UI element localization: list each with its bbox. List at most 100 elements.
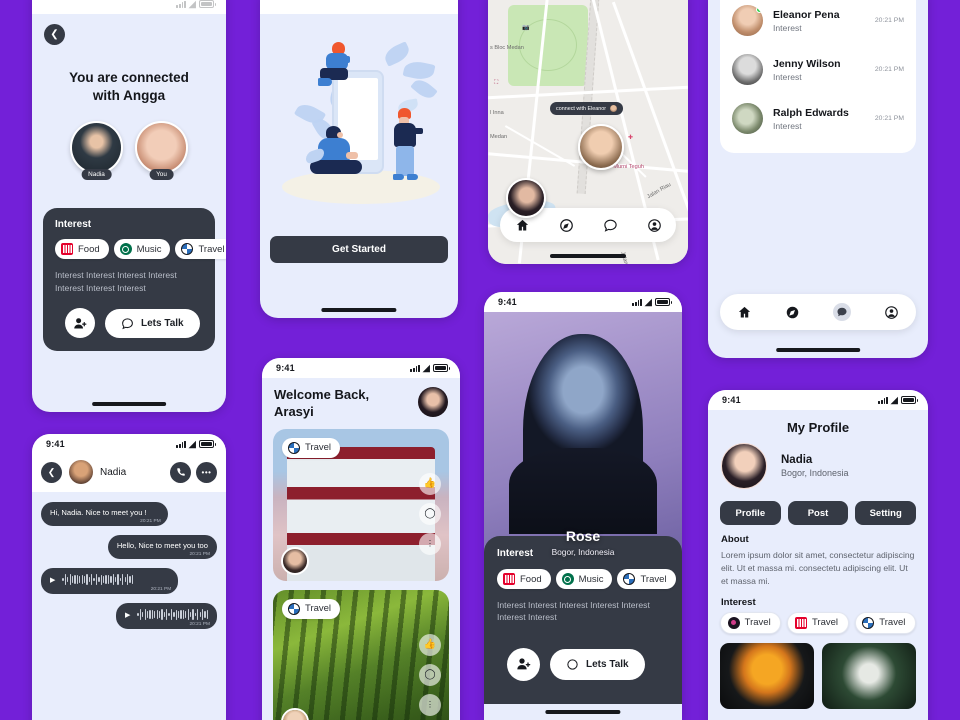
- like-button[interactable]: 👍: [419, 472, 441, 495]
- timestamp: 20:21 PM: [874, 115, 904, 122]
- interest-description: Interest Interest Interest Interest Inte…: [55, 270, 177, 293]
- map-user-marker-eleanor[interactable]: [578, 123, 624, 170]
- voice-message-bubble[interactable]: ▶ 20:21 PM: [41, 568, 179, 594]
- list-item[interactable]: Jenny Wilson Interest 20:21 PM: [720, 45, 916, 94]
- post-category-chip[interactable]: Travel: [282, 598, 341, 619]
- nav-compass-icon[interactable]: [785, 305, 800, 320]
- contact-subtitle: Interest: [773, 71, 802, 82]
- lets-talk-button[interactable]: Lets Talk: [550, 648, 645, 680]
- interest-chip-music[interactable]: Music: [555, 569, 613, 589]
- contact-avatar[interactable]: [69, 460, 93, 484]
- nav-home-icon[interactable]: [737, 305, 752, 320]
- tab-setting[interactable]: Setting: [855, 501, 917, 525]
- list-item[interactable]: Eleanor Pena Interest 20:21 PM: [720, 0, 916, 45]
- phone-icon: [176, 468, 185, 476]
- post-more-button[interactable]: ⋮: [419, 693, 441, 716]
- nav-profile-icon[interactable]: [647, 218, 662, 233]
- avatar-you[interactable]: You: [135, 121, 188, 181]
- message-list: Hi, Nadia. Nice to meet you ! 20:21 PM H…: [32, 492, 226, 639]
- post-author-avatar[interactable]: [281, 546, 309, 575]
- comment-icon: ◯: [424, 669, 436, 681]
- back-button[interactable]: ❮: [41, 461, 62, 483]
- nav-chat-icon[interactable]: [833, 303, 852, 321]
- like-button[interactable]: 👍: [419, 633, 441, 656]
- post-category-chip[interactable]: Travel: [282, 437, 341, 458]
- map-tooltip[interactable]: connect with Eleanor: [550, 102, 624, 115]
- screen-onboarding: Get Started: [260, 0, 458, 318]
- battery-icon: [433, 364, 450, 372]
- nav-home-icon[interactable]: [515, 218, 530, 233]
- back-button[interactable]: ❮: [44, 24, 65, 45]
- page-title: My Profile: [786, 420, 850, 435]
- interest-chip-row: Travel Travel Travel: [708, 611, 928, 643]
- add-friend-button[interactable]: [507, 647, 540, 681]
- get-started-button[interactable]: Get Started: [270, 236, 448, 263]
- photo-gallery: [708, 642, 928, 709]
- gallery-photo-tiger[interactable]: [822, 642, 916, 709]
- avatar-nadia[interactable]: Nadia: [70, 121, 123, 181]
- avatar[interactable]: [721, 443, 767, 489]
- nav-chat-icon[interactable]: [603, 218, 618, 233]
- comment-button[interactable]: ◯: [419, 663, 441, 686]
- add-friend-button[interactable]: [65, 308, 95, 339]
- chat-bubble-icon: [122, 318, 133, 330]
- play-icon[interactable]: ▶: [50, 576, 55, 584]
- tab-post[interactable]: Post: [787, 501, 849, 525]
- home-indicator: [776, 348, 860, 352]
- interest-chip-food[interactable]: Food: [55, 239, 109, 260]
- feed-post[interactable]: Travel 👍 ◯ ⋮: [273, 589, 449, 720]
- onboarding-illustration: [260, 24, 458, 222]
- interest-chip-travel-1[interactable]: Travel: [720, 611, 782, 634]
- more-vertical-icon: ⋮: [426, 700, 434, 710]
- interest-heading: Interest: [721, 596, 756, 608]
- interest-chip-travel-2[interactable]: Travel: [787, 611, 849, 634]
- profile-location: Bogor, Indonesia: [781, 468, 849, 478]
- comment-button[interactable]: ◯: [419, 502, 441, 525]
- status-bar: [260, 0, 458, 14]
- interest-chip-travel[interactable]: Travel: [175, 239, 226, 260]
- feed-post[interactable]: Travel 👍 ◯ ⋮: [273, 428, 449, 581]
- signal-bars-icon: [176, 440, 186, 448]
- map-label: s Bloc Medan: [490, 45, 524, 52]
- status-time: 9:41: [722, 395, 741, 405]
- bmw-logo-icon: [623, 573, 636, 585]
- screenshot-canvas: ◢ ❮ You are connected with Angga Nadia Y…: [0, 0, 960, 720]
- list-item[interactable]: Ralph Edwards Interest 20:21 PM: [720, 94, 916, 143]
- interest-chip-travel-3[interactable]: Travel: [854, 611, 916, 634]
- map-label: l Inna: [490, 110, 504, 117]
- map-user-marker-other[interactable]: [506, 177, 546, 218]
- feed-header: Welcome Back, Arasyi: [262, 378, 460, 429]
- lets-talk-button[interactable]: Lets Talk: [105, 308, 200, 338]
- message-text: Hello, Nice to meet you too: [116, 541, 208, 550]
- screen-map: 📷 s Bloc Medan ⛶ l Inna Medan ✚ RS Murni…: [488, 0, 688, 264]
- bottom-nav: [720, 294, 916, 330]
- interest-chip-music[interactable]: Music: [113, 239, 171, 260]
- voice-message-bubble[interactable]: ▶ 20:21 PM: [115, 603, 217, 629]
- play-icon[interactable]: ▶: [125, 611, 130, 619]
- kfc-logo-icon: [794, 616, 807, 629]
- ellipsis-icon: •••: [201, 467, 212, 477]
- avatar: [732, 103, 763, 134]
- status-time: 9:41: [498, 297, 517, 307]
- avatar[interactable]: [418, 387, 448, 417]
- call-button[interactable]: [170, 461, 191, 483]
- message-bubble: Hi, Nadia. Nice to meet you ! 20:21 PM: [41, 502, 168, 526]
- avatar: [732, 5, 763, 36]
- tab-profile[interactable]: Profile: [720, 501, 781, 525]
- comment-icon: ◯: [424, 508, 436, 520]
- kfc-logo-icon: [61, 243, 73, 256]
- gallery-photo-parrot[interactable]: [720, 642, 814, 709]
- interest-chip-travel[interactable]: Travel: [617, 569, 676, 589]
- starbucks-logo-icon: [119, 243, 132, 256]
- chevron-left-icon: ❮: [50, 29, 59, 40]
- interest-chip-food[interactable]: Food: [497, 569, 551, 589]
- more-button[interactable]: •••: [196, 461, 217, 483]
- nav-profile-icon[interactable]: [884, 305, 899, 320]
- chevron-left-icon: ❮: [47, 466, 56, 477]
- status-bar: 9:41 ◢: [708, 390, 928, 410]
- greeting: Welcome Back, Arasyi: [274, 387, 370, 419]
- post-author-avatar[interactable]: [281, 707, 309, 720]
- post-more-button[interactable]: ⋮: [419, 532, 441, 555]
- nav-compass-icon[interactable]: [559, 218, 574, 233]
- screen-chat: 9:41 ◢ ❮ Nadia ••• Hi, Nadia. Nice to me…: [32, 434, 226, 720]
